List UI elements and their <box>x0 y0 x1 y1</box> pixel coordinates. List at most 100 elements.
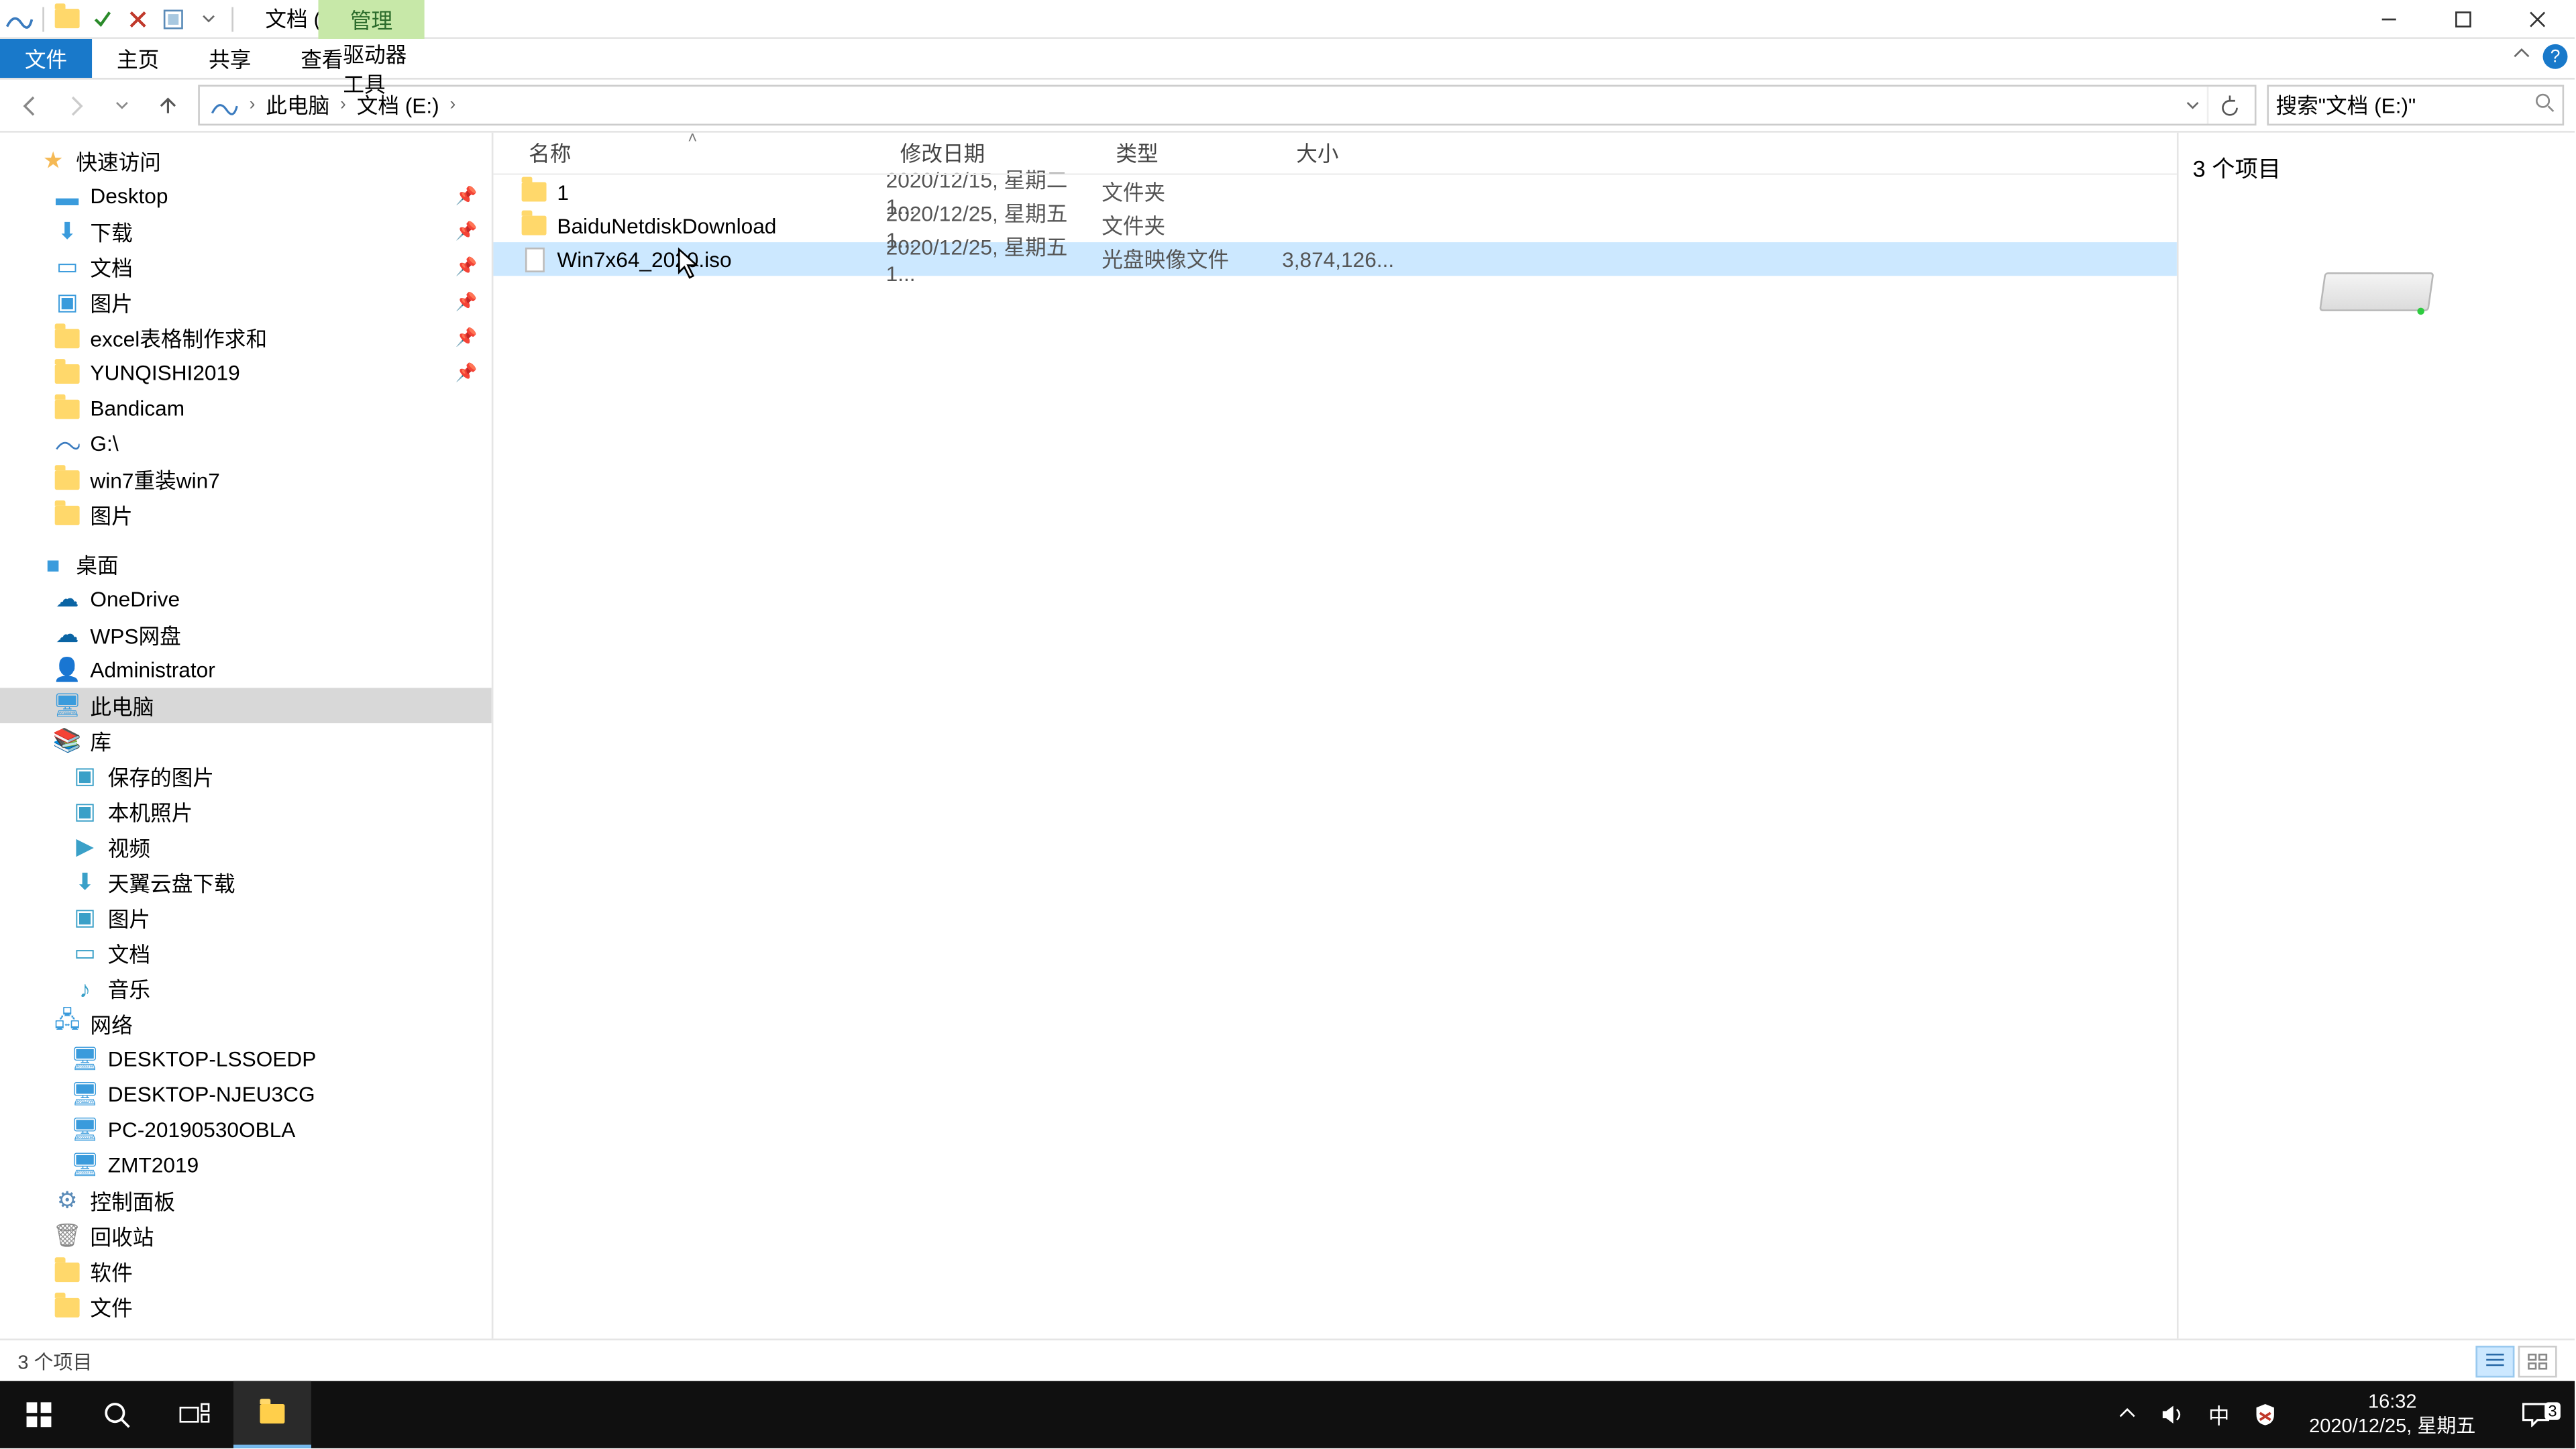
computer-icon: 🖥 <box>70 1151 99 1179</box>
nav-network[interactable]: 🖧网络 <box>0 1006 492 1042</box>
nav-pc4[interactable]: 🖥ZMT2019 <box>0 1148 492 1183</box>
chevron-right-icon[interactable]: › <box>246 95 258 115</box>
desktop-icon: ■ <box>39 550 67 578</box>
search-icon[interactable] <box>2534 92 2555 119</box>
checkmark-icon[interactable] <box>87 3 118 34</box>
column-type[interactable]: 类型 <box>1102 138 1282 168</box>
icons-view-button[interactable] <box>2518 1345 2557 1377</box>
file-list-pane: ˄ 名称 修改日期 类型 大小 1 2020/12/15, 星期二 1... 文… <box>493 133 2176 1339</box>
nav-quick-access[interactable]: ★快速访问 <box>0 144 492 179</box>
folder-icon <box>53 500 81 529</box>
start-button[interactable] <box>0 1381 78 1448</box>
nav-pictures-lib[interactable]: ▣图片 <box>0 900 492 936</box>
details-view-button[interactable] <box>2475 1345 2514 1377</box>
nav-pictures[interactable]: ▣图片📌 <box>0 284 492 320</box>
column-date[interactable]: 修改日期 <box>886 138 1102 168</box>
breadcrumb-root-icon[interactable] <box>203 87 246 123</box>
titlebar: 管理 文档 (E:) <box>0 0 2575 39</box>
nav-excel-help[interactable]: excel表格制作求和📌 <box>0 320 492 356</box>
minimize-button[interactable] <box>2352 0 2426 39</box>
ime-icon[interactable]: 中 <box>2203 1399 2235 1430</box>
file-row-selected[interactable]: Win7x64_2020.iso 2020/12/25, 星期五 1... 光盘… <box>493 242 2176 276</box>
folder-icon <box>53 465 81 493</box>
notification-badge: 3 <box>2544 1402 2561 1419</box>
tab-home[interactable]: 主页 <box>92 39 184 78</box>
nav-documents[interactable]: ▭文档📌 <box>0 250 492 285</box>
nav-videos[interactable]: ▶视频 <box>0 829 492 865</box>
nav-pc2[interactable]: 🖥DESKTOP-NJEU3CG <box>0 1077 492 1112</box>
nav-onedrive[interactable]: ☁OneDrive <box>0 582 492 617</box>
security-icon[interactable] <box>2249 1399 2281 1430</box>
nav-win7-reinstall[interactable]: win7重装win7 <box>0 462 492 497</box>
nav-tianyi[interactable]: ⬇天翼云盘下载 <box>0 865 492 900</box>
taskbar-clock[interactable]: 16:32 2020/12/25, 星期五 <box>2295 1390 2489 1440</box>
refresh-button[interactable] <box>2207 87 2251 123</box>
folder-icon <box>53 1293 81 1321</box>
nav-documents-lib[interactable]: ▭文档 <box>0 935 492 971</box>
nav-software[interactable]: 软件 <box>0 1254 492 1289</box>
drive-icon <box>53 430 81 458</box>
nav-this-pc[interactable]: 🖥此电脑 <box>0 688 492 723</box>
volume-icon[interactable] <box>2157 1399 2188 1430</box>
pictures-icon: ▣ <box>70 762 99 790</box>
tab-drive-tools[interactable]: 驱动器工具 <box>318 39 451 99</box>
ribbon-tabs: 文件 主页 共享 查看 驱动器工具 ? <box>0 39 2575 80</box>
forward-button[interactable] <box>56 84 95 126</box>
app-icon <box>3 3 35 34</box>
nav-control-panel[interactable]: ⚙控制面板 <box>0 1183 492 1218</box>
nav-music[interactable]: ♪音乐 <box>0 971 492 1006</box>
nav-desktop-root[interactable]: ■桌面 <box>0 547 492 582</box>
context-tab-manage[interactable]: 管理 <box>318 0 424 39</box>
folder-icon <box>53 323 81 352</box>
folder-icon[interactable] <box>51 3 83 34</box>
nav-wps[interactable]: ☁WPS网盘 <box>0 617 492 653</box>
tab-file[interactable]: 文件 <box>0 39 92 78</box>
nav-administrator[interactable]: 👤Administrator <box>0 653 492 688</box>
help-icon[interactable]: ? <box>2543 44 2568 69</box>
maximize-button[interactable] <box>2426 0 2501 39</box>
qat-dropdown-icon[interactable] <box>193 3 224 34</box>
close-button[interactable] <box>2500 0 2575 39</box>
tray-overflow-icon[interactable] <box>2111 1399 2143 1430</box>
computer-icon: 🖥 <box>70 1116 99 1144</box>
tab-share[interactable]: 共享 <box>184 39 276 78</box>
search-box[interactable]: 搜索"文档 (E:)" <box>2267 85 2564 126</box>
action-center-button[interactable]: 3 <box>2504 1402 2568 1427</box>
taskbar: 中 16:32 2020/12/25, 星期五 3 <box>0 1381 2575 1448</box>
nav-pictures2[interactable]: 图片 <box>0 497 492 533</box>
nav-g-drive[interactable]: G:\ <box>0 426 492 462</box>
properties-icon[interactable] <box>158 3 189 34</box>
column-size[interactable]: 大小 <box>1282 138 1388 168</box>
up-button[interactable] <box>148 84 187 126</box>
desktop-icon: ▬ <box>53 182 81 211</box>
search-button[interactable] <box>78 1381 156 1448</box>
nav-yunqishi[interactable]: YUNQISHI2019📌 <box>0 356 492 391</box>
file-row[interactable]: 1 2020/12/15, 星期二 1... 文件夹 <box>493 175 2176 209</box>
task-view-button[interactable] <box>156 1381 233 1448</box>
folder-icon <box>53 1257 81 1285</box>
nav-bandicam[interactable]: Bandicam <box>0 391 492 427</box>
ribbon-context-group: 管理 <box>318 0 424 39</box>
nav-camera-roll[interactable]: ▣本机照片 <box>0 794 492 830</box>
music-icon: ♪ <box>70 974 99 1002</box>
nav-files[interactable]: 文件 <box>0 1289 492 1325</box>
system-tray: 中 16:32 2020/12/25, 星期五 3 <box>2111 1381 2575 1448</box>
nav-pc1[interactable]: 🖥DESKTOP-LSSOEDP <box>0 1042 492 1077</box>
nav-libraries[interactable]: 📚库 <box>0 723 492 759</box>
collapse-ribbon-icon[interactable] <box>2511 44 2532 71</box>
address-bar[interactable]: › 此电脑 › 文档 (E:) › <box>198 85 2256 126</box>
file-row[interactable]: BaiduNetdiskDownload 2020/12/25, 星期五 1..… <box>493 209 2176 242</box>
nav-downloads[interactable]: ⬇下载📌 <box>0 214 492 250</box>
address-dropdown-icon[interactable] <box>2179 93 2207 117</box>
nav-saved-pictures[interactable]: ▣保存的图片 <box>0 759 492 794</box>
delete-icon[interactable] <box>122 3 154 34</box>
details-pane: 3 个项目 <box>2177 133 2575 1339</box>
nav-desktop[interactable]: ▬Desktop📌 <box>0 178 492 214</box>
recycle-bin-icon: 🗑 <box>53 1222 81 1250</box>
nav-recycle-bin[interactable]: 🗑回收站 <box>0 1218 492 1254</box>
recent-dropdown-icon[interactable] <box>103 84 142 126</box>
nav-pc3[interactable]: 🖥PC-20190530OBLA <box>0 1112 492 1148</box>
quick-access-toolbar <box>0 0 240 38</box>
back-button[interactable] <box>11 84 50 126</box>
file-explorer-taskbar-button[interactable] <box>233 1381 311 1448</box>
